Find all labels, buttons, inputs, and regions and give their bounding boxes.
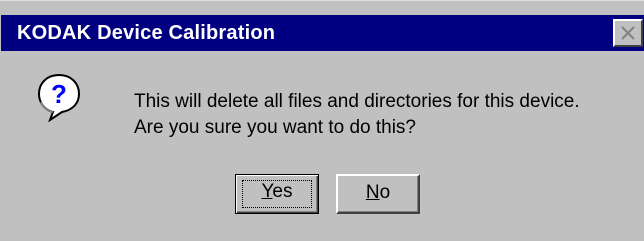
question-icon: ? <box>37 73 81 122</box>
no-button[interactable]: No <box>336 174 420 214</box>
title-bar[interactable]: KODAK Device Calibration <box>1 15 644 51</box>
message-line-1: This will delete all files and directori… <box>134 91 580 112</box>
no-mnemonic: N <box>365 182 380 203</box>
confirm-dialog: KODAK Device Calibration ? This will del… <box>0 0 644 241</box>
yes-label-rest: es <box>272 181 293 202</box>
no-button-label: No <box>366 182 390 203</box>
message-text: This will delete all files and directori… <box>134 89 580 141</box>
yes-button[interactable]: Yes <box>235 174 319 214</box>
close-button[interactable] <box>613 19 643 47</box>
yes-mnemonic: Y <box>261 181 273 202</box>
no-label-rest: o <box>379 182 391 203</box>
svg-text:?: ? <box>51 79 67 109</box>
close-icon <box>621 26 635 40</box>
yes-button-label: Yes <box>261 181 292 202</box>
message-line-2: Are you sure you want to do this? <box>134 117 416 138</box>
dialog-title: KODAK Device Calibration <box>17 22 276 44</box>
